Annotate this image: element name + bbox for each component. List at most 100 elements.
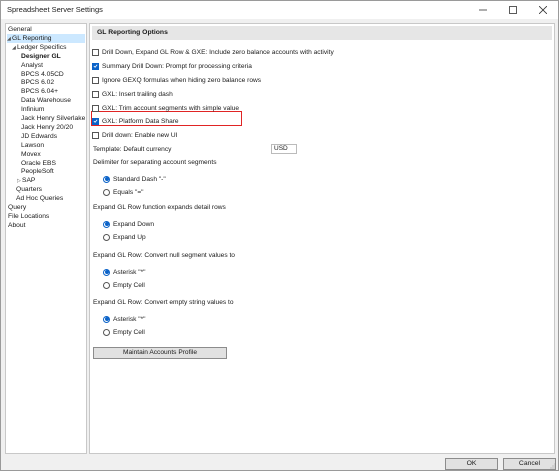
radio-selected[interactable] [103, 220, 110, 228]
settings-tree[interactable]: General ◢GL Reporting ◢Ledger Specifics Des… [5, 23, 87, 454]
checkbox-label: Drill Down, Expand GL Row & GXE: Include… [102, 48, 334, 56]
tree-item[interactable]: Analyst [7, 61, 43, 70]
ok-button[interactable]: OK [445, 458, 498, 470]
radio-option[interactable]: Asterisk "*" [103, 267, 146, 277]
radio-button[interactable] [103, 281, 110, 289]
tree-item-label: Analyst [21, 61, 43, 69]
radio-option[interactable]: Equals "=" [103, 187, 144, 197]
tree-item[interactable]: BPCS 6.04+ [7, 87, 58, 96]
tree-item[interactable]: Query [7, 203, 26, 212]
radio-button[interactable] [103, 233, 110, 241]
checkbox-label: GXL: Trim account segments with simple v… [102, 104, 240, 112]
tree-item[interactable]: General [7, 25, 32, 34]
template-currency-label: Template: Default currency [93, 146, 172, 153]
close-button[interactable] [528, 1, 558, 19]
tree-item[interactable]: BPCS 4.05CD [7, 70, 64, 79]
tree-item[interactable]: ◢Ledger Specifics [7, 43, 66, 52]
tree-item-label: File Locations [8, 212, 50, 220]
checkbox[interactable] [92, 131, 99, 139]
resize-grip-icon[interactable] [550, 463, 556, 469]
tree-item-label: BPCS 6.02 [21, 79, 55, 87]
group-title: Expand GL Row: Convert empty string valu… [93, 299, 234, 306]
tree-item[interactable]: Lawson [7, 141, 44, 150]
tree-item[interactable]: Ad Hoc Queries [7, 194, 63, 203]
tree-item[interactable]: Quarters [7, 185, 42, 194]
radio-selected[interactable] [103, 315, 110, 323]
title-bar: Spreadsheet Server Settings [1, 1, 558, 19]
cancel-button[interactable]: Cancel [503, 458, 556, 470]
checkbox-label: Drill down: Enable new UI [102, 131, 178, 139]
radio-option[interactable]: Empty Cell [103, 280, 145, 290]
tree-item[interactable]: Infinium [7, 105, 44, 114]
radio-selected[interactable] [103, 268, 110, 276]
radio-selected[interactable] [103, 175, 110, 183]
radio-label: Expand Down [113, 220, 155, 228]
maximize-button[interactable] [498, 1, 528, 19]
radio-option[interactable]: Expand Down [103, 219, 154, 229]
tree-item-label: SAP [22, 177, 36, 185]
tree-item[interactable]: Designer GL [7, 52, 61, 61]
tree-item[interactable]: JD Edwards [7, 132, 57, 141]
maximize-icon [509, 6, 517, 14]
checkbox-label: Summary Drill Down: Prompt for processin… [102, 62, 252, 70]
radio-label: Asterisk "*" [113, 268, 146, 276]
radio-option[interactable]: Empty Cell [103, 327, 145, 337]
checked-checkbox[interactable] [92, 62, 99, 70]
tree-item-label: BPCS 4.05CD [21, 70, 64, 78]
tree-item[interactable]: Jack Henry 20/20 [7, 123, 73, 132]
option-checkbox-row[interactable]: Summary Drill Down: Prompt for processin… [92, 61, 252, 71]
minimize-icon [479, 9, 487, 11]
tree-item[interactable]: Oracle EBS [7, 159, 56, 168]
radio-label: Equals "=" [113, 188, 144, 196]
checkbox[interactable] [92, 104, 99, 112]
radio-label: Empty Cell [113, 328, 145, 336]
checkbox[interactable] [92, 48, 99, 56]
option-checkbox-row[interactable]: Drill down: Enable new UI [92, 130, 178, 140]
tree-item[interactable]: Data Warehouse [7, 96, 71, 105]
tree-item[interactable]: PeopleSoft [7, 167, 54, 176]
tree-item-label: BPCS 6.04+ [21, 88, 58, 96]
tree-item[interactable]: Movex [7, 150, 41, 159]
checkbox[interactable] [92, 76, 99, 84]
option-checkbox-row[interactable]: GXL: Trim account segments with simple v… [92, 103, 239, 113]
tree-item-label: Quarters [16, 186, 43, 194]
tree-item-label: Infinium [21, 106, 45, 114]
radio-option[interactable]: Asterisk "*" [103, 314, 146, 324]
minimize-button[interactable] [468, 1, 498, 19]
checkbox[interactable] [92, 90, 99, 98]
tree-item[interactable]: File Locations [7, 212, 49, 221]
tree-item-label: Movex [21, 150, 41, 158]
radio-option[interactable]: Expand Up [103, 232, 146, 242]
tree-item-label: Ad Hoc Queries [16, 195, 64, 203]
option-checkbox-row[interactable]: GXL: Insert trailing dash [92, 89, 173, 99]
tree-item-label: Lawson [21, 141, 45, 149]
radio-button[interactable] [103, 188, 110, 196]
tree-item[interactable]: About [7, 221, 25, 230]
currency-input[interactable]: USD [271, 144, 297, 154]
tree-item[interactable]: ◢GL Reporting [7, 33, 85, 43]
group-title: Delimiter for separating account segment… [93, 159, 217, 166]
tree-item-label: General [8, 26, 32, 33]
settings-window: Spreadsheet Server Settings General ◢GL R… [0, 0, 559, 471]
checked-checkbox[interactable] [92, 117, 99, 125]
radio-label: Expand Up [113, 233, 146, 241]
option-checkbox-row[interactable]: GXL: Platform Data Share [92, 116, 179, 126]
option-checkbox-row[interactable]: Ignore GEXQ formulas when hiding zero ba… [92, 75, 261, 85]
checkbox-label: GXL: Insert trailing dash [102, 90, 173, 98]
tree-item-label: Data Warehouse [21, 97, 71, 105]
radio-option[interactable]: Standard Dash "-" [103, 174, 166, 184]
option-checkbox-row[interactable]: Drill Down, Expand GL Row & GXE: Include… [92, 47, 334, 57]
checkmark-icon [93, 119, 98, 123]
tree-item-label: JD Edwards [21, 132, 58, 140]
tree-item-label: Oracle EBS [21, 159, 56, 167]
tree-item[interactable]: Jack Henry Silverlake [7, 114, 85, 123]
tree-item-label: Designer GL [21, 52, 61, 60]
tree-item[interactable]: ▷SAP [7, 176, 35, 185]
tree-item-label: PeopleSoft [21, 168, 54, 176]
radio-button[interactable] [103, 328, 110, 336]
options-header: GL Reporting Options [92, 26, 552, 40]
tree-item[interactable]: BPCS 6.02 [7, 78, 54, 87]
checkmark-icon [93, 64, 98, 68]
maintain-accounts-profile-button[interactable]: Maintain Accounts Profile [93, 347, 227, 359]
group-title: Expand GL Row function expands detail ro… [93, 204, 226, 211]
